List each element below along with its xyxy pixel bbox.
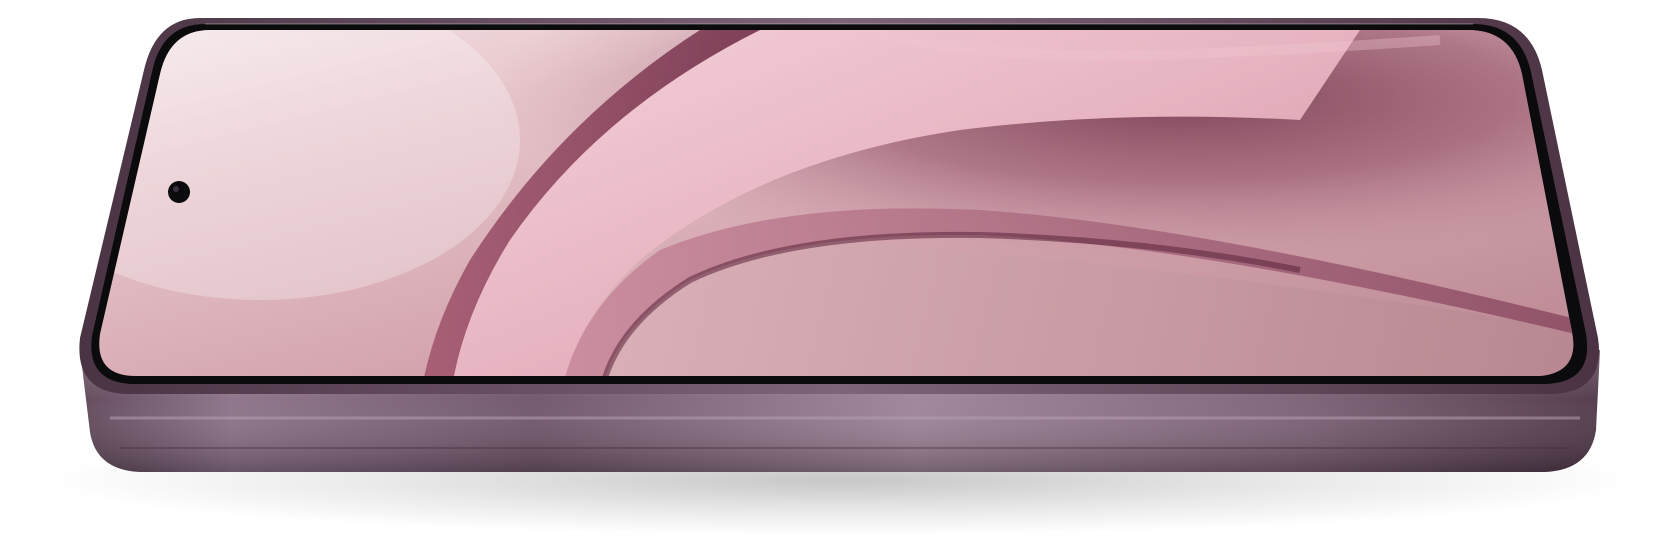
screen-wallpaper xyxy=(99,30,1574,376)
phone-render xyxy=(40,18,1640,535)
product-photo xyxy=(0,0,1680,560)
front-camera-icon xyxy=(168,181,190,203)
